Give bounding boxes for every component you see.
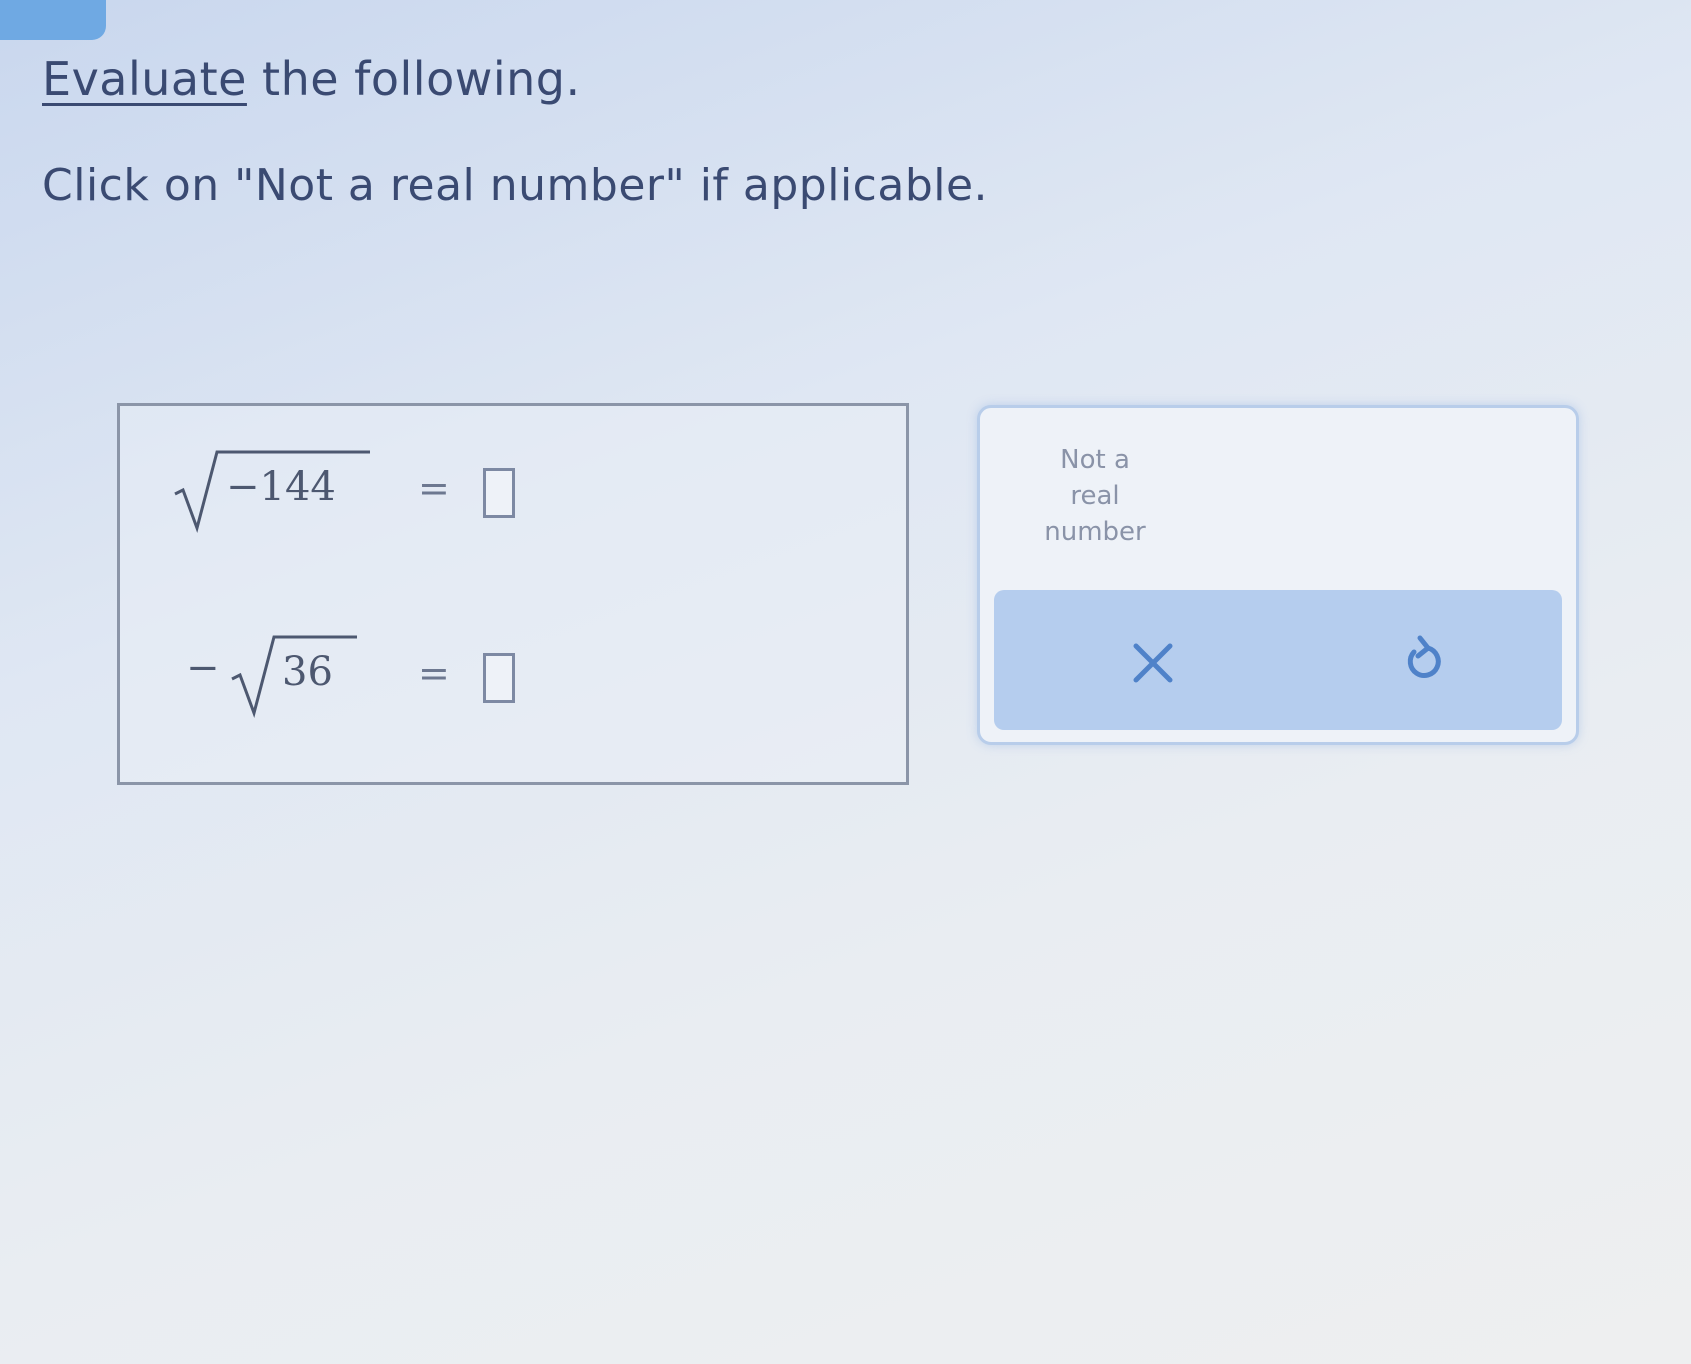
problem-row-2: − 36 = [120, 631, 906, 721]
undo-button[interactable] [1384, 622, 1464, 702]
not-real-label-3: number [1044, 517, 1146, 547]
equals-sign: = [418, 651, 450, 695]
radicand: 36 [282, 649, 333, 695]
answer-keypad: Not a real number [977, 405, 1579, 745]
corner-tab[interactable] [0, 0, 106, 40]
radicand: −144 [226, 464, 336, 510]
equals-sign: = [418, 466, 450, 510]
problem-box: −144 = − 36 = [117, 403, 909, 785]
action-bar [994, 590, 1562, 730]
negative-sign: − [186, 645, 220, 691]
clear-button[interactable] [1112, 622, 1192, 702]
instruction-text: Click on "Not a real number" if applicab… [42, 160, 989, 211]
undo-icon [1407, 635, 1441, 678]
not-real-label-1: Not a [1060, 445, 1130, 475]
answer-input-1[interactable] [483, 468, 515, 518]
evaluate-link[interactable]: Evaluate [42, 52, 247, 106]
page-title: Evaluate the following. [42, 52, 581, 106]
x-icon [1133, 643, 1173, 683]
answer-input-2[interactable] [483, 653, 515, 703]
not-a-real-number-button[interactable]: Not a real number [1020, 442, 1170, 552]
problem-row-1: −144 = [120, 446, 906, 536]
title-rest: the following. [246, 52, 581, 106]
not-real-label-2: real [1070, 481, 1120, 511]
